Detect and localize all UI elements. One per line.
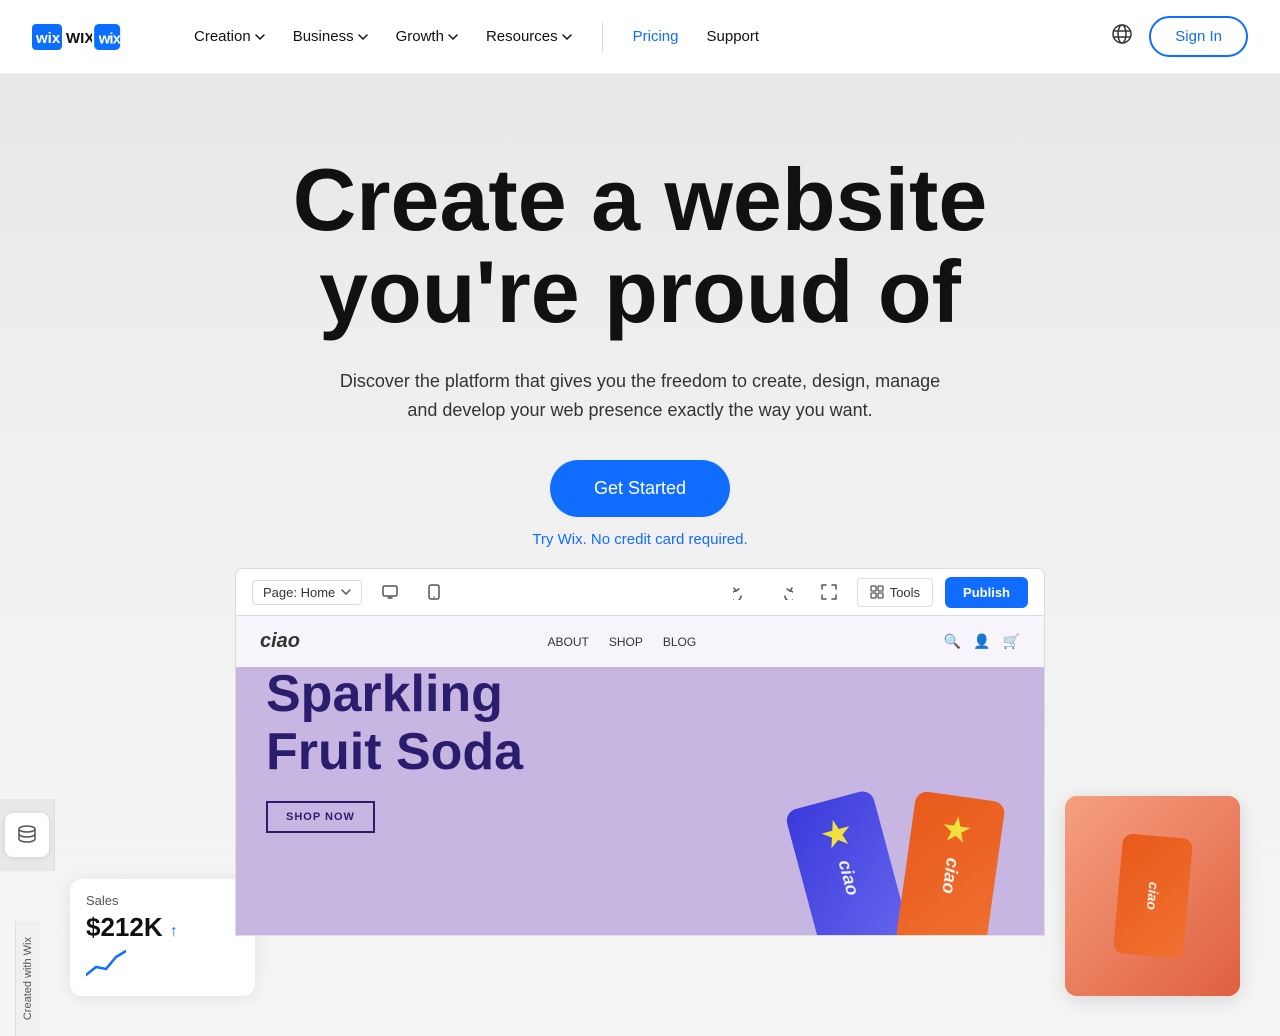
try-wix-text: Try Wix. No credit card required.: [532, 531, 747, 548]
ciao-nav-shop[interactable]: SHOP: [609, 635, 643, 649]
nav-resources[interactable]: Resources: [476, 22, 582, 51]
publish-button[interactable]: Publish: [945, 577, 1028, 608]
editor-canvas: ciao ABOUT SHOP BLOG 🔍 👤 🛒 Spa: [235, 616, 1045, 936]
chevron-down-icon: [562, 32, 572, 42]
sales-card: Sales $212K ↑: [70, 879, 255, 996]
fullscreen-icon[interactable]: [813, 576, 845, 608]
ciao-header: ciao ABOUT SHOP BLOG 🔍 👤 🛒: [236, 616, 1044, 667]
editor-toolbar: Page: Home: [235, 568, 1045, 616]
svg-text:wix: wix: [35, 30, 61, 47]
wix-logo[interactable]: wix WIX wix: [32, 24, 152, 50]
hero-section: Create a website you're proud of Discove…: [0, 74, 1280, 1036]
ciao-title: Sparkling Fruit Soda: [266, 666, 1014, 780]
chevron-down-icon: [448, 32, 458, 42]
nav-links: Creation Business Growth Resources Prici…: [184, 22, 1111, 52]
sales-chart: [86, 947, 126, 977]
chevron-down-icon: [341, 589, 351, 595]
orange-can: ciao: [894, 791, 1005, 937]
nav-divider: [602, 22, 603, 52]
editor-preview-area: Sales $212K ↑ Page: Home: [40, 548, 1240, 996]
hero-title: Create a website you're proud of: [293, 154, 988, 339]
get-started-button[interactable]: Get Started: [550, 460, 730, 517]
blue-can: ciao: [784, 789, 912, 936]
tools-icon: [870, 585, 884, 599]
cart-icon[interactable]: 🛒: [1003, 633, 1020, 650]
ciao-icons: 🔍 👤 🛒: [944, 633, 1020, 650]
mobile-view-icon[interactable]: [418, 576, 450, 608]
ciao-logo: ciao: [260, 630, 300, 653]
chevron-down-icon: [358, 32, 368, 42]
svg-text:wix: wix: [98, 31, 122, 47]
undo-icon[interactable]: [725, 576, 757, 608]
editor-preview: Page: Home: [235, 568, 1045, 936]
nav-right: Sign In: [1111, 16, 1248, 57]
ciao-nav: ABOUT SHOP BLOG: [548, 635, 697, 649]
tools-button[interactable]: Tools: [857, 578, 933, 607]
nav-pricing[interactable]: Pricing: [623, 22, 689, 51]
right-float-card: ciao: [1065, 796, 1240, 996]
nav-business[interactable]: Business: [283, 22, 378, 51]
navbar: wix WIX wix Creation Business Growth Res…: [0, 0, 1280, 74]
sign-in-button[interactable]: Sign In: [1149, 16, 1248, 57]
nav-growth[interactable]: Growth: [386, 22, 468, 51]
language-icon[interactable]: [1111, 23, 1133, 50]
shop-now-button[interactable]: SHOP NOW: [266, 801, 375, 833]
hero-subtitle: Discover the platform that gives you the…: [330, 367, 950, 425]
search-icon[interactable]: 🔍: [944, 633, 961, 650]
chevron-down-icon: [255, 32, 265, 42]
desktop-view-icon[interactable]: [374, 576, 406, 608]
nav-support[interactable]: Support: [697, 22, 770, 51]
ciao-product-image: ciao: [1065, 796, 1240, 996]
nav-creation[interactable]: Creation: [184, 22, 275, 51]
ciao-nav-about[interactable]: ABOUT: [548, 635, 589, 649]
page-selector[interactable]: Page: Home: [252, 580, 362, 605]
cans-display: ciao ciao: [824, 795, 984, 936]
created-with-wix-label[interactable]: Created with Wix: [15, 921, 40, 1036]
user-icon[interactable]: 👤: [973, 633, 990, 650]
svg-text:WIX: WIX: [66, 30, 92, 47]
redo-icon[interactable]: [769, 576, 801, 608]
ciao-nav-blog[interactable]: BLOG: [663, 635, 696, 649]
